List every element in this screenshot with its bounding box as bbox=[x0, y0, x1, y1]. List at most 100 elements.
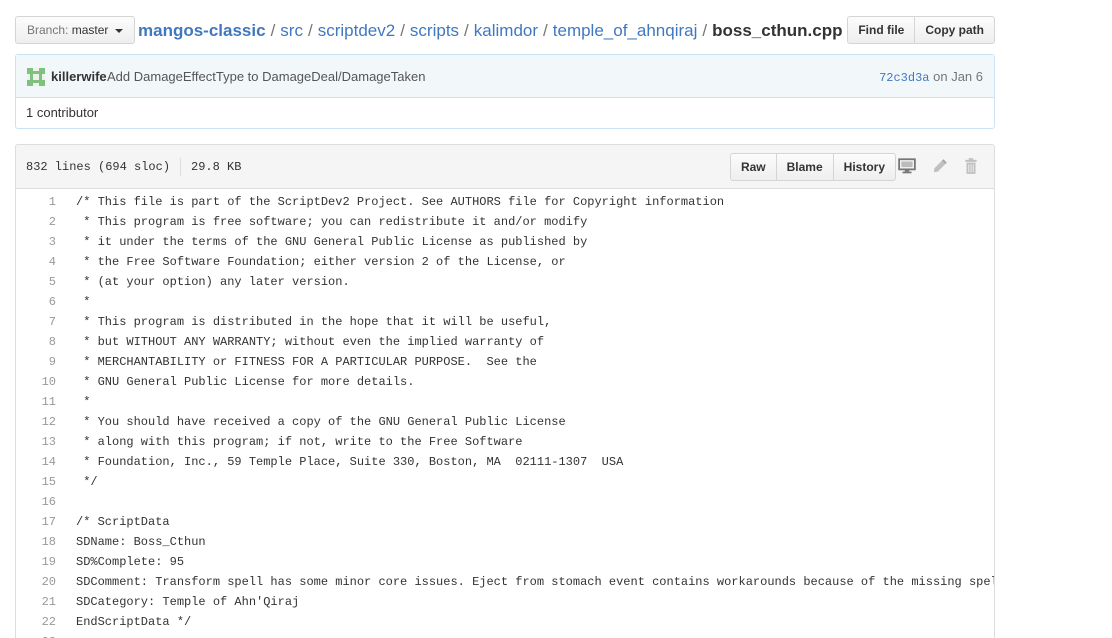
line-number[interactable]: 7 bbox=[16, 312, 66, 332]
file-actions-group: Raw Blame History bbox=[729, 153, 896, 181]
breadcrumb-link-scriptdev2[interactable]: scriptdev2 bbox=[318, 21, 395, 40]
line-number[interactable]: 9 bbox=[16, 352, 66, 372]
breadcrumb-link-scripts[interactable]: scripts bbox=[410, 21, 459, 40]
line-number[interactable]: 18 bbox=[16, 532, 66, 552]
find-file-button[interactable]: Find file bbox=[847, 16, 916, 44]
commit-tease: killerwife Add DamageEffectType to Damag… bbox=[15, 54, 995, 129]
commit-author-link[interactable]: killerwife bbox=[51, 68, 107, 86]
line-content: * along with this program; if not, write… bbox=[76, 435, 523, 449]
line-number[interactable]: 5 bbox=[16, 272, 66, 292]
caret-down-icon bbox=[114, 28, 123, 33]
line-number[interactable]: 8 bbox=[16, 332, 66, 352]
commit-date: on Jan 6 bbox=[933, 69, 983, 84]
avatar[interactable] bbox=[27, 68, 45, 86]
line-content: * it under the terms of the GNU General … bbox=[76, 235, 588, 249]
contributors-count[interactable]: 1 contributor bbox=[16, 98, 994, 129]
breadcrumb-separator: / bbox=[543, 21, 548, 40]
breadcrumb-separator: / bbox=[464, 21, 469, 40]
code-line: 20 SDComment: Transform spell has some mi… bbox=[16, 572, 994, 592]
line-number[interactable]: 17 bbox=[16, 512, 66, 532]
code-line: 1 /* This file is part of the ScriptDev2 … bbox=[16, 192, 994, 212]
copy-path-button[interactable]: Copy path bbox=[915, 16, 995, 44]
line-number[interactable]: 4 bbox=[16, 252, 66, 272]
code-line: 9 * MERCHANTABILITY or FITNESS FOR A PAR… bbox=[16, 352, 994, 372]
line-content: * This program is free software; you can… bbox=[76, 215, 588, 229]
file-view: 832 lines (694 sloc) 29.8 KB Raw Blame Hi… bbox=[15, 144, 995, 638]
breadcrumb-link-src[interactable]: src bbox=[280, 21, 303, 40]
code-line: 23 bbox=[16, 632, 994, 638]
line-content: EndScriptData */ bbox=[76, 615, 192, 629]
line-number[interactable]: 11 bbox=[16, 392, 66, 412]
last-commit-row: killerwife Add DamageEffectType to Damag… bbox=[16, 55, 994, 98]
file-line-count: 832 lines (694 sloc) bbox=[26, 160, 171, 175]
pencil-icon[interactable] bbox=[931, 157, 949, 175]
line-content: * MERCHANTABILITY or FITNESS FOR A PARTI… bbox=[76, 355, 537, 369]
blame-button[interactable]: Blame bbox=[776, 153, 834, 181]
line-content: * but WITHOUT ANY WARRANTY; without even… bbox=[76, 335, 545, 349]
line-content: */ bbox=[76, 475, 98, 489]
line-number[interactable]: 1 bbox=[16, 192, 66, 212]
line-number[interactable]: 23 bbox=[16, 632, 66, 638]
code-line: 22 EndScriptData */ bbox=[16, 612, 994, 632]
code-line: 15 */ bbox=[16, 472, 994, 492]
line-number[interactable]: 22 bbox=[16, 612, 66, 632]
code-line: 2 * This program is free software; you c… bbox=[16, 212, 994, 232]
line-number[interactable]: 15 bbox=[16, 472, 66, 492]
line-content: SD%Complete: 95 bbox=[76, 555, 185, 569]
line-number[interactable]: 13 bbox=[16, 432, 66, 452]
line-content: * bbox=[76, 295, 91, 309]
line-number[interactable]: 3 bbox=[16, 232, 66, 252]
commit-message-link[interactable]: Add DamageEffectType to DamageDeal/Damag… bbox=[107, 68, 425, 86]
branch-select-button[interactable]: Branch: master bbox=[15, 16, 135, 44]
code-line: 10 * GNU General Public License for more… bbox=[16, 372, 994, 392]
breadcrumb: mangos-classic / src / scriptdev2/scripts / ka… bbox=[138, 19, 842, 43]
line-number[interactable]: 20 bbox=[16, 572, 66, 592]
code-line: 18 SDName: Boss_Cthun bbox=[16, 532, 994, 552]
code-line: 3 * it under the terms of the GNU Genera… bbox=[16, 232, 994, 252]
breadcrumb-link-temple-of-ahnqiraj[interactable]: temple_of_ahnqiraj bbox=[553, 21, 698, 40]
breadcrumb-separator: / bbox=[702, 21, 708, 40]
code-line: 11 * bbox=[16, 392, 994, 412]
code-line: 21 SDCategory: Temple of Ahn'Qiraj bbox=[16, 592, 994, 612]
line-number[interactable]: 10 bbox=[16, 372, 66, 392]
code-line: 13 * along with this program; if not, wr… bbox=[16, 432, 994, 452]
file-size: 29.8 KB bbox=[191, 160, 242, 175]
breadcrumb-separator: / bbox=[270, 21, 276, 40]
code-line: 17 /* ScriptData bbox=[16, 512, 994, 532]
history-button[interactable]: History bbox=[833, 153, 896, 181]
line-content: SDName: Boss_Cthun bbox=[76, 535, 206, 549]
line-content: SDCategory: Temple of Ahn'Qiraj bbox=[76, 595, 300, 609]
line-number[interactable]: 16 bbox=[16, 492, 66, 512]
file-header: 832 lines (694 sloc) 29.8 KB Raw Blame Hi… bbox=[16, 145, 994, 189]
line-content: SDComment: Transform spell has some mino… bbox=[76, 575, 995, 589]
line-content: * bbox=[76, 395, 91, 409]
code-line: 7 * This program is distributed in the h… bbox=[16, 312, 994, 332]
code-view: 1 /* This file is part of the ScriptDev2 … bbox=[16, 192, 994, 638]
commit-meta: 72c3d3a on Jan 6 bbox=[879, 68, 983, 87]
line-number[interactable]: 6 bbox=[16, 292, 66, 312]
code-line: 6 * bbox=[16, 292, 994, 312]
line-number[interactable]: 19 bbox=[16, 552, 66, 572]
path-button-group: Find file Copy path bbox=[847, 16, 995, 44]
commit-sha-link[interactable]: 72c3d3a bbox=[879, 71, 929, 85]
line-number[interactable]: 14 bbox=[16, 452, 66, 472]
line-number[interactable]: 21 bbox=[16, 592, 66, 612]
code-line: 12 * You should have received a copy of … bbox=[16, 412, 994, 432]
line-content: * the Free Software Foundation; either v… bbox=[76, 255, 566, 269]
breadcrumb-current-file: boss_cthun.cpp bbox=[712, 21, 843, 40]
line-content: * You should have received a copy of the… bbox=[76, 415, 566, 429]
line-number[interactable]: 2 bbox=[16, 212, 66, 232]
branch-name: master bbox=[71, 23, 109, 37]
line-content: /* ScriptData bbox=[76, 515, 170, 529]
breadcrumb-repo-link[interactable]: mangos-classic bbox=[138, 21, 266, 40]
code-line: 4 * the Free Software Foundation; either… bbox=[16, 252, 994, 272]
raw-button[interactable]: Raw bbox=[729, 153, 777, 181]
code-line: 8 * but WITHOUT ANY WARRANTY; without ev… bbox=[16, 332, 994, 352]
file-info-divider bbox=[180, 158, 182, 176]
trash-icon[interactable] bbox=[962, 157, 980, 175]
line-content: * Foundation, Inc., 59 Temple Place, Sui… bbox=[76, 455, 624, 469]
line-number[interactable]: 12 bbox=[16, 412, 66, 432]
breadcrumb-link-kalimdor[interactable]: kalimdor bbox=[474, 21, 538, 40]
breadcrumb-separator: / bbox=[307, 21, 313, 40]
desktop-icon[interactable] bbox=[898, 157, 916, 175]
